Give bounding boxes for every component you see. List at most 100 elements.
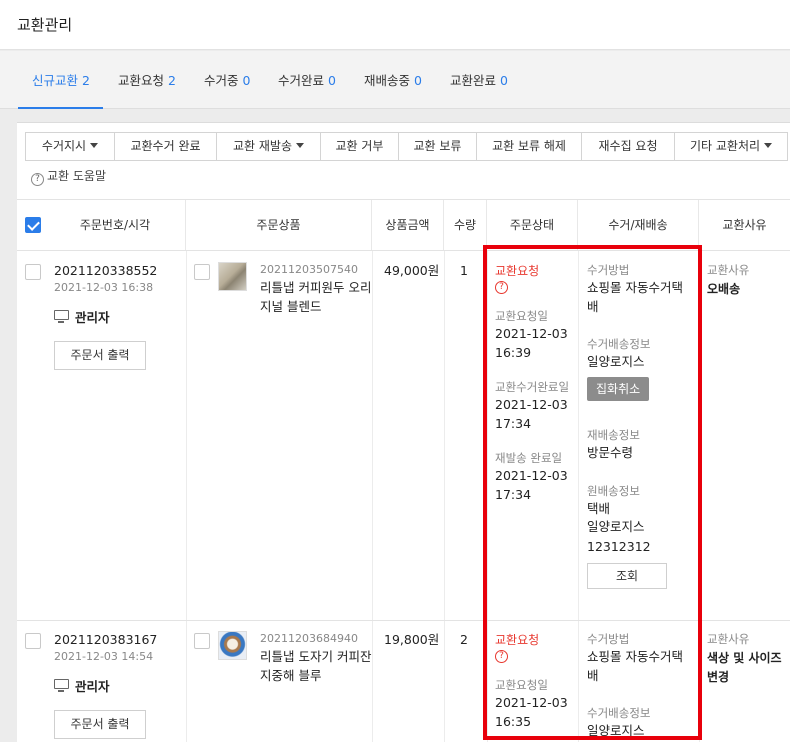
- pickup-complete-label: 교환수거완료일: [495, 380, 570, 394]
- reject-button[interactable]: 교환 거부: [321, 133, 399, 160]
- tab-label: 교환요청: [118, 73, 165, 88]
- original-shipping-company: 일양로지스: [587, 519, 645, 534]
- table-row: 2021120338552 2021-12-03 16:38 관리자 주문서 출…: [17, 251, 790, 621]
- product-checkbox[interactable]: [194, 264, 210, 280]
- column-divider: [186, 621, 187, 742]
- caret-down-icon: [296, 143, 304, 148]
- pickup-instruct-dropdown[interactable]: 수거지시: [26, 133, 115, 160]
- pickup-method-label: 수거방법: [587, 632, 630, 646]
- product-order-number: 20211203684940: [260, 632, 358, 645]
- resend-complete-label: 재발송 완료일: [495, 451, 563, 465]
- tab-new-exchange[interactable]: 신규교환 2: [18, 51, 103, 109]
- other-exchange-dropdown[interactable]: 기타 교환처리: [675, 133, 787, 160]
- resend-dropdown[interactable]: 교환 재발송: [217, 133, 321, 160]
- pickup-shipping-label: 수거배송정보: [587, 706, 651, 720]
- header-bar: 교환관리: [0, 0, 790, 50]
- tab-collecting[interactable]: 수거중 0: [204, 51, 250, 109]
- original-shipping-label: 원배송정보: [587, 484, 640, 498]
- pickup-complete-button[interactable]: 교환수거 완료: [115, 133, 217, 160]
- product-name[interactable]: 리틀냅 도자기 커피잔 지중해 블루: [260, 647, 372, 685]
- status-help-icon[interactable]: ?: [495, 650, 508, 663]
- question-icon: ?: [31, 173, 44, 186]
- status-tabs: 신규교환 2 교환요청 2 수거중 0 수거완료 0 재배송중 0 교환완료 0: [0, 51, 790, 109]
- column-divider: [578, 251, 579, 620]
- request-date: 2021-12-03 16:35: [495, 695, 568, 729]
- row-checkbox[interactable]: [25, 264, 41, 280]
- product-thumbnail[interactable]: [218, 631, 247, 660]
- hold-button[interactable]: 교환 보류: [399, 133, 477, 160]
- quantity: 1: [460, 263, 468, 278]
- table-header: 주문번호/시각 주문상품 상품금액 수량 주문상태 수거/재배송 교환사유: [17, 199, 790, 251]
- column-divider: [444, 251, 445, 620]
- column-header-price: 상품금액: [372, 200, 444, 250]
- reship-info: 방문수령: [587, 445, 634, 460]
- print-order-button[interactable]: 주문서 출력: [54, 341, 146, 370]
- caret-down-icon: [764, 143, 773, 148]
- tab-label: 신규교환: [32, 73, 79, 88]
- column-header-pickup: 수거/재배송: [578, 200, 699, 250]
- tab-label: 교환완료: [450, 73, 497, 88]
- column-header-qty: 수량: [444, 200, 487, 250]
- order-channel: 관리자: [75, 310, 110, 325]
- exchange-help-link[interactable]: ? 교환 도움말: [31, 167, 106, 186]
- exchange-panel: 수거지시 교환수거 완료 교환 재발송 교환 거부 교환 보류 교환 보류 해제…: [17, 122, 790, 742]
- recollect-button[interactable]: 재수집 요청: [582, 133, 675, 160]
- column-divider: [444, 621, 445, 742]
- page-title: 교환관리: [17, 16, 73, 34]
- tab-exchange-request[interactable]: 교환요청 2: [118, 51, 176, 109]
- tab-exchange-complete[interactable]: 교환완료 0: [450, 51, 508, 109]
- print-order-button[interactable]: 주문서 출력: [54, 710, 146, 739]
- product-price: 19,800원: [384, 632, 440, 647]
- pickup-method: 쇼핑몰 자동수거택배: [587, 280, 683, 314]
- column-divider: [186, 251, 187, 620]
- reason-label: 교환사유: [707, 263, 750, 277]
- column-divider: [487, 251, 488, 620]
- reship-label: 재배송정보: [587, 428, 640, 442]
- product-checkbox[interactable]: [194, 633, 210, 649]
- tab-count: 2: [82, 73, 90, 88]
- order-channel: 관리자: [75, 679, 110, 694]
- column-divider: [578, 621, 579, 742]
- quantity: 2: [460, 632, 468, 647]
- resend-complete-date: 2021-12-03 17:34: [495, 468, 568, 502]
- column-divider: [699, 251, 700, 620]
- tab-label: 수거완료: [278, 73, 325, 88]
- tab-reshipping[interactable]: 재배송중 0: [364, 51, 422, 109]
- request-date-label: 교환요청일: [495, 309, 548, 323]
- tab-count: 0: [242, 73, 251, 88]
- hold-release-button[interactable]: 교환 보류 해제: [477, 133, 582, 160]
- tracking-lookup-button[interactable]: 조회: [587, 563, 667, 589]
- button-label: 수거지시: [41, 139, 87, 153]
- caret-down-icon: [90, 143, 99, 148]
- product-price: 49,000원: [384, 263, 440, 278]
- tab-count: 2: [168, 73, 176, 88]
- pickup-shipping-label: 수거배송정보: [587, 337, 651, 351]
- pickup-shipping-company: 일양로지스: [587, 723, 645, 738]
- tab-count: 0: [500, 73, 508, 88]
- tab-count: 0: [328, 73, 336, 88]
- status-help-icon[interactable]: ?: [495, 281, 508, 294]
- column-divider: [372, 251, 373, 620]
- tab-label: 수거중: [204, 73, 239, 88]
- original-tracking-number[interactable]: 12312312: [587, 537, 651, 556]
- pickup-complete-date: 2021-12-03 17:34: [495, 397, 568, 431]
- product-thumbnail[interactable]: [218, 262, 247, 291]
- button-label: 교환 재발송: [232, 139, 292, 153]
- request-date-label: 교환요청일: [495, 678, 548, 692]
- product-name[interactable]: 리틀냅 커피원두 오리지널 블렌드: [260, 278, 372, 316]
- tab-collected[interactable]: 수거완료 0: [278, 51, 336, 109]
- pickup-shipping-company: 일양로지스: [587, 354, 645, 369]
- cancel-pickup-button[interactable]: 집화취소: [587, 377, 650, 401]
- column-divider: [372, 621, 373, 742]
- help-label: 교환 도움말: [47, 169, 107, 183]
- monitor-icon: [54, 679, 69, 692]
- exchange-reason: 색상 및 사이즈 변경: [707, 651, 782, 684]
- request-date: 2021-12-03 16:39: [495, 326, 568, 360]
- pickup-method-label: 수거방법: [587, 263, 630, 277]
- order-number[interactable]: 2021120338552: [54, 263, 157, 278]
- order-time: 2021-12-03 16:38: [54, 281, 154, 294]
- order-number[interactable]: 2021120383167: [54, 632, 157, 647]
- column-divider: [487, 621, 488, 742]
- row-checkbox[interactable]: [25, 633, 41, 649]
- column-divider: [699, 621, 700, 742]
